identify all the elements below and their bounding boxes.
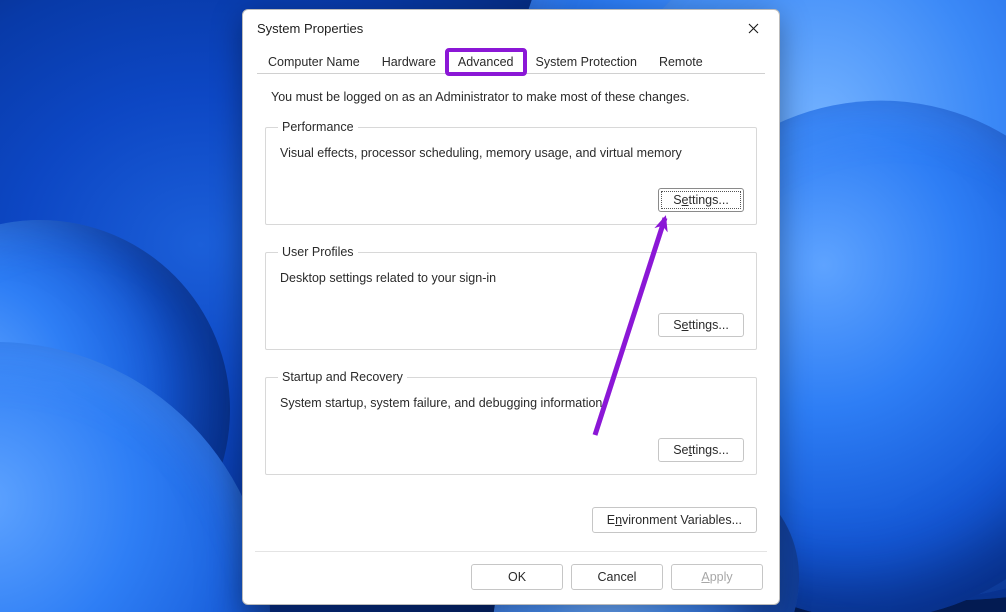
startup-settings-button[interactable]: Settings... xyxy=(658,438,744,462)
group-startup-recovery-legend: Startup and Recovery xyxy=(278,370,407,384)
user-profiles-settings-button[interactable]: Settings... xyxy=(658,313,744,337)
dialog-button-row: OK Cancel Apply xyxy=(243,552,779,604)
apply-label: Apply xyxy=(701,570,732,584)
performance-settings-label: Settings... xyxy=(673,193,729,207)
tab-system-protection[interactable]: System Protection xyxy=(525,50,648,74)
performance-settings-button[interactable]: Settings... xyxy=(658,188,744,212)
user-profiles-desc: Desktop settings related to your sign-in xyxy=(280,271,744,285)
ok-button[interactable]: OK xyxy=(471,564,563,590)
admin-note: You must be logged on as an Administrato… xyxy=(271,90,757,104)
environment-variables-button[interactable]: Environment Variables... xyxy=(592,507,757,533)
environment-variables-label: Environment Variables... xyxy=(607,513,742,527)
startup-settings-label: Settings... xyxy=(673,443,729,457)
tab-advanced[interactable]: Advanced xyxy=(447,50,525,74)
close-button[interactable] xyxy=(735,14,771,42)
group-performance-legend: Performance xyxy=(278,120,358,134)
user-profiles-settings-label: Settings... xyxy=(673,318,729,332)
titlebar: System Properties xyxy=(243,10,779,46)
group-performance: Performance Visual effects, processor sc… xyxy=(265,120,757,225)
tab-content-advanced: You must be logged on as an Administrato… xyxy=(243,74,779,511)
startup-desc: System startup, system failure, and debu… xyxy=(280,396,744,410)
group-user-profiles-legend: User Profiles xyxy=(278,245,358,259)
apply-button[interactable]: Apply xyxy=(671,564,763,590)
system-properties-dialog: System Properties Computer Name Hardware… xyxy=(242,9,780,605)
performance-desc: Visual effects, processor scheduling, me… xyxy=(280,146,744,160)
group-user-profiles: User Profiles Desktop settings related t… xyxy=(265,245,757,350)
window-title: System Properties xyxy=(257,21,363,36)
group-startup-recovery: Startup and Recovery System startup, sys… xyxy=(265,370,757,475)
tabstrip: Computer Name Hardware Advanced System P… xyxy=(243,46,779,74)
tab-hardware[interactable]: Hardware xyxy=(371,50,447,74)
close-icon xyxy=(748,23,759,34)
cancel-button[interactable]: Cancel xyxy=(571,564,663,590)
tab-computer-name[interactable]: Computer Name xyxy=(257,50,371,74)
tab-remote[interactable]: Remote xyxy=(648,50,714,74)
